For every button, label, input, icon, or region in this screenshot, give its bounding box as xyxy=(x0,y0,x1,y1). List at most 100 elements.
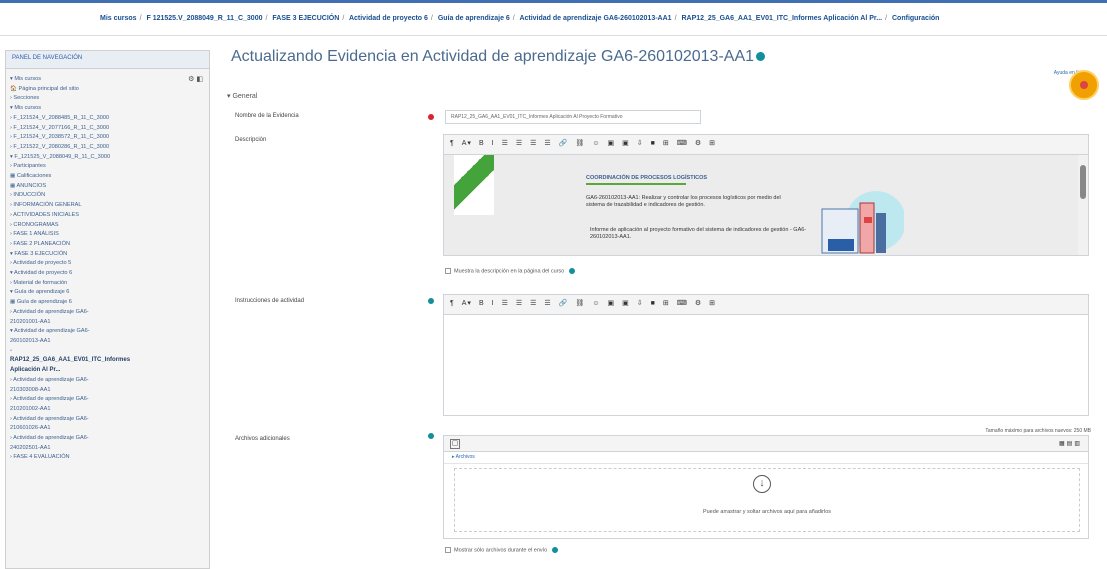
breadcrumb-item[interactable]: Mis cursos xyxy=(100,15,137,22)
breadcrumb-item[interactable]: Guía de aprendizaje 6 xyxy=(438,15,510,22)
toolbar-button[interactable]: ⚙ xyxy=(695,299,702,307)
nav-tree-item[interactable]: › INFORMACIÓN GENERAL xyxy=(10,201,205,211)
nav-tree-item[interactable]: › Actividad de aprendizaje GA6- xyxy=(10,308,205,318)
toolbar-button[interactable]: 🔗 xyxy=(559,139,569,147)
toolbar-button[interactable]: ⚙ xyxy=(695,139,702,147)
nav-tree-item[interactable]: › ACTIVIDADES INICIALES xyxy=(10,211,205,221)
toolbar-button[interactable]: ⊞ xyxy=(709,299,716,307)
breadcrumb-item[interactable]: RAP12_25_GA6_AA1_EV01_ITC_Informes Aplic… xyxy=(681,15,882,22)
toolbar-button[interactable]: ⛓ xyxy=(575,299,585,307)
nav-tree-item[interactable]: 210303008-AA1 xyxy=(10,386,205,396)
nav-tree-item[interactable]: › Actividad de aprendizaje GA6- xyxy=(10,376,205,386)
toolbar-button[interactable]: A▾ xyxy=(462,299,472,307)
toolbar-button[interactable]: ¶ xyxy=(450,140,455,147)
nav-tree-item[interactable]: ▾ Actividad de aprendizaje GA6- xyxy=(10,327,205,337)
description-toolbar[interactable]: ¶ A▾ B I ☰ ☰ ☰ ☰ 🔗 ⛓ ☺ ▣ ▣ ⇩ ■ ⊞ ⌨ ⚙ ⊞ xyxy=(444,135,1088,155)
toolbar-button[interactable]: ⇩ xyxy=(637,139,644,147)
nav-tree-item[interactable]: › F_121524_V_2088485_R_11_C_3000 xyxy=(10,114,205,124)
toolbar-button[interactable]: ☰ xyxy=(502,139,509,147)
toolbar-button[interactable]: ⊞ xyxy=(709,139,716,147)
toolbar-button[interactable]: ▣ xyxy=(622,299,630,307)
evidence-name-input[interactable]: RAP12_25_GA6_AA1_EV01_ITC_Informes Aplic… xyxy=(445,110,701,124)
editor-scrollbar[interactable] xyxy=(1078,155,1088,255)
toolbar-button[interactable]: ☺ xyxy=(592,300,600,307)
nav-tree-item[interactable]: ▫ xyxy=(10,347,205,357)
toolbar-button[interactable]: ⌨ xyxy=(677,139,688,147)
breadcrumb-item[interactable]: Actividad de aprendizaje GA6-260102013-A… xyxy=(519,15,671,22)
help-icon[interactable] xyxy=(568,268,575,274)
toolbar-button[interactable]: 🔗 xyxy=(559,299,569,307)
nav-tree-item[interactable]: ▾ F_121525_V_2088049_R_11_C_3000 xyxy=(10,153,205,163)
toolbar-button[interactable]: A▾ xyxy=(462,139,472,147)
help-icon[interactable] xyxy=(756,52,766,62)
nav-tree-item[interactable]: ▦ ANUNCIOS xyxy=(10,182,205,192)
nav-tree-item[interactable]: › FASE 1 ANÁLISIS xyxy=(10,230,205,240)
toolbar-button[interactable]: ¶ xyxy=(450,300,455,307)
toolbar-button[interactable]: ⇩ xyxy=(637,299,644,307)
description-editor[interactable]: ¶ A▾ B I ☰ ☰ ☰ ☰ 🔗 ⛓ ☺ ▣ ▣ ⇩ ■ ⊞ ⌨ ⚙ ⊞ COORDINACIÓN DE PRO… xyxy=(443,134,1089,256)
toolbar-button[interactable]: ☰ xyxy=(544,139,551,147)
toolbar-button[interactable]: ⌨ xyxy=(677,299,688,307)
description-content[interactable]: COORDINACIÓN DE PROCESOS LOGÍSTICOS GA6-… xyxy=(444,155,1088,255)
nav-tree-item[interactable]: 210601026-AA1 xyxy=(10,424,205,434)
toolbar-button[interactable]: ☰ xyxy=(502,299,509,307)
nav-tree-item[interactable]: › Actividad de proyecto 5 xyxy=(10,259,205,269)
nav-tree-item[interactable]: › F_121524_V_2077166_R_11_C_3000 xyxy=(10,124,205,134)
nav-tree-item[interactable]: 🏠 Página principal del sitio xyxy=(10,85,205,95)
toolbar-button[interactable]: B xyxy=(479,300,485,307)
breadcrumb-item[interactable]: FASE 3 EJECUCIÓN xyxy=(272,15,339,22)
nav-tree-item[interactable]: › FASE 2 PLANEACIÓN xyxy=(10,240,205,250)
nav-tree-item[interactable]: 210201001-AA1 xyxy=(10,318,205,328)
nav-tree-item[interactable]: › F_121522_V_2080286_R_11_C_3000 xyxy=(10,143,205,153)
view-mode-icons[interactable]: ▦▤▥ xyxy=(1059,440,1082,447)
toolbar-button[interactable]: ⛓ xyxy=(575,139,585,147)
file-drop-zone[interactable]: ↓ Puede arrastrar y soltar archivos aquí… xyxy=(454,468,1080,532)
add-file-button[interactable]: ▢ xyxy=(450,439,460,449)
toolbar-button[interactable]: ☰ xyxy=(516,299,523,307)
nav-tree-item[interactable]: Aplicación Al Pr... xyxy=(10,366,205,376)
nav-tree-item[interactable]: › Secciones xyxy=(10,94,205,104)
toolbar-button[interactable]: I xyxy=(492,300,495,307)
help-icon[interactable] xyxy=(551,547,558,553)
toolbar-button[interactable]: ☰ xyxy=(544,299,551,307)
nav-tree-item[interactable]: ▾ Mis cursos xyxy=(10,75,205,85)
nav-tree-item[interactable]: › Participantes xyxy=(10,162,205,172)
only-files-checkbox[interactable]: Mostrar sólo archivos durante el envío xyxy=(445,547,558,553)
breadcrumb-item[interactable]: Actividad de proyecto 6 xyxy=(349,15,428,22)
panel-tools[interactable]: ⚙ ◧ xyxy=(188,75,203,83)
nav-tree-item[interactable]: › Actividad de aprendizaje GA6- xyxy=(10,395,205,405)
toolbar-button[interactable]: B xyxy=(479,140,485,147)
show-description-checkbox[interactable]: Muestra la descripción en la página del … xyxy=(445,268,575,274)
help-icon[interactable] xyxy=(428,433,434,439)
nav-tree-item[interactable]: ▾ Actividad de proyecto 6 xyxy=(10,269,205,279)
toolbar-button[interactable]: ■ xyxy=(651,140,656,147)
help-icon[interactable] xyxy=(428,298,434,304)
toolbar-button[interactable]: ☺ xyxy=(592,140,600,147)
instructions-editor[interactable]: ¶ A▾ B I ☰ ☰ ☰ ☰ 🔗 ⛓ ☺ ▣ ▣ ⇩ ■ ⊞ ⌨ ⚙ ⊞ xyxy=(443,294,1089,416)
nav-tree-item[interactable]: › Actividad de aprendizaje GA6- xyxy=(10,415,205,425)
nav-tree-item[interactable]: 210201002-AA1 xyxy=(10,405,205,415)
toolbar-button[interactable]: ▣ xyxy=(607,299,615,307)
files-folder[interactable]: ▸ Archivos xyxy=(444,452,1088,464)
section-general[interactable]: ▾ General xyxy=(227,92,257,100)
nav-tree-item[interactable]: ▦ Guía de aprendizaje 6 xyxy=(10,298,205,308)
nav-tree-item[interactable]: 240202501-AA1 xyxy=(10,444,205,454)
toolbar-button[interactable]: ▣ xyxy=(622,139,630,147)
nav-tree-item[interactable]: RAP12_25_GA6_AA1_EV01_ITC_Informes xyxy=(10,356,205,366)
toolbar-button[interactable]: I xyxy=(492,140,495,147)
nav-tree-item[interactable]: › Material de formación xyxy=(10,279,205,289)
help-badge-icon[interactable] xyxy=(1069,70,1099,100)
toolbar-button[interactable]: ⊞ xyxy=(663,139,670,147)
nav-tree-item[interactable]: ▾ Mis cursos xyxy=(10,104,205,114)
toolbar-button[interactable]: ⊞ xyxy=(663,299,670,307)
instructions-toolbar[interactable]: ¶ A▾ B I ☰ ☰ ☰ ☰ 🔗 ⛓ ☺ ▣ ▣ ⇩ ■ ⊞ ⌨ ⚙ ⊞ xyxy=(444,295,1088,315)
breadcrumb-item[interactable]: Configuración xyxy=(892,15,939,22)
toolbar-button[interactable]: ☰ xyxy=(530,139,537,147)
dock-icon[interactable]: ◧ xyxy=(196,76,203,83)
nav-tree-item[interactable]: › INDUCCIÓN xyxy=(10,191,205,201)
nav-tree-item[interactable]: 260102013-AA1 xyxy=(10,337,205,347)
toolbar-button[interactable]: ☰ xyxy=(516,139,523,147)
nav-tree-item[interactable]: ▾ FASE 3 EJECUCIÓN xyxy=(10,250,205,260)
nav-tree-item[interactable]: › FASE 4 EVALUACIÓN xyxy=(10,453,205,463)
nav-tree-item[interactable]: › F_121524_V_2038572_R_11_C_3000 xyxy=(10,133,205,143)
